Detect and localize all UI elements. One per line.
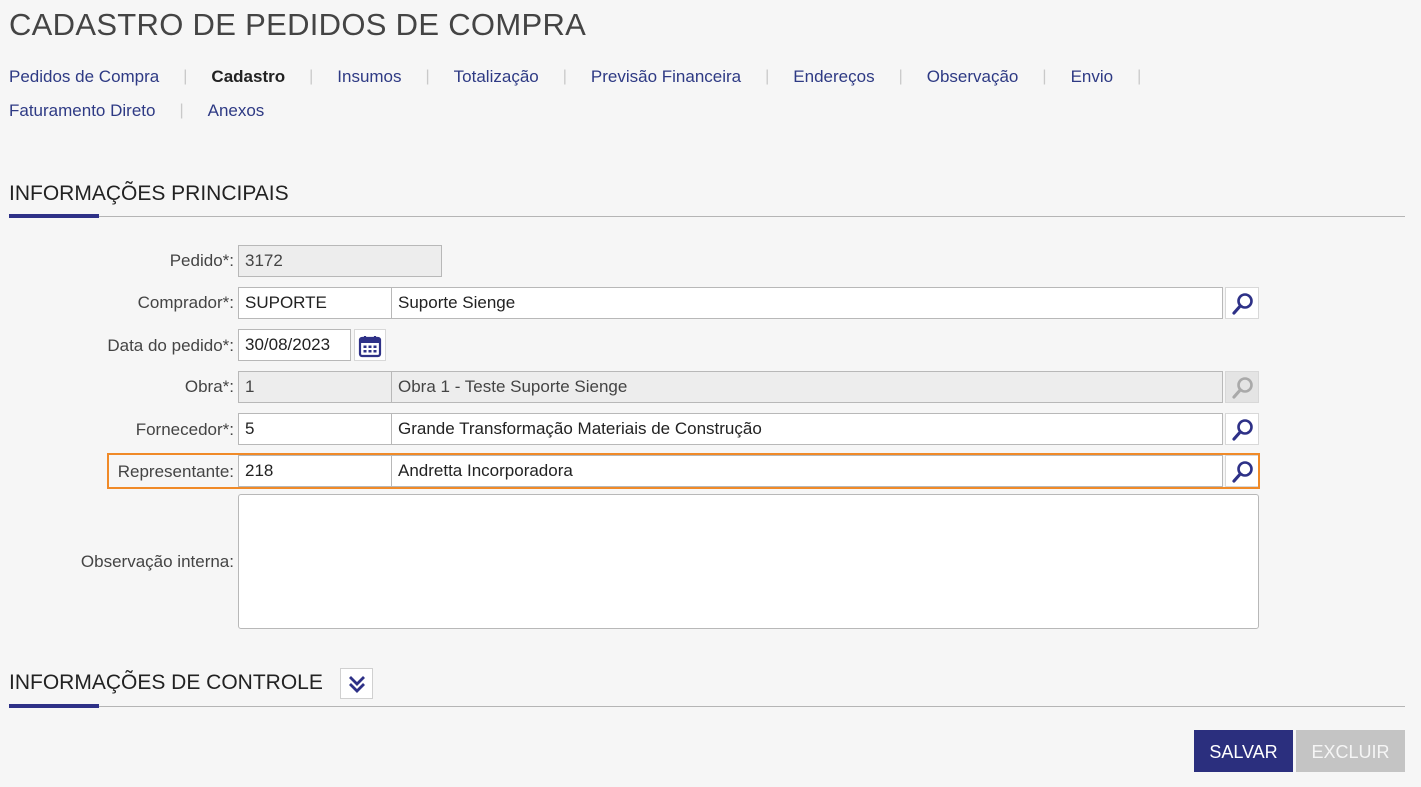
- tab-separator: |: [183, 68, 188, 85]
- tab-envio[interactable]: Envio: [1071, 64, 1114, 90]
- tab-anexos[interactable]: Anexos: [208, 98, 265, 124]
- section-control-title: INFORMAÇÕES DE CONTROLE: [9, 671, 323, 694]
- tab-separator: |: [1137, 68, 1142, 85]
- obra-search-button: [1225, 371, 1259, 403]
- tab-separator: |: [425, 68, 430, 85]
- comprador-code-input[interactable]: SUPORTE: [238, 287, 392, 319]
- expand-section-button[interactable]: [340, 668, 374, 699]
- obra-code-field: 1: [238, 371, 392, 403]
- tab-totalizacao[interactable]: Totalização: [454, 64, 539, 90]
- tab-cadastro[interactable]: Cadastro: [211, 64, 285, 90]
- tab-separator: |: [1042, 68, 1047, 85]
- delete-button: EXCLUIR: [1296, 730, 1405, 772]
- save-button[interactable]: SALVAR: [1194, 730, 1293, 772]
- obra-label: Obra*:: [184, 377, 234, 396]
- tab-separator: |: [562, 68, 567, 85]
- section-main-title: INFORMAÇÕES PRINCIPAIS: [9, 182, 289, 205]
- fornecedor-search-button[interactable]: [1225, 413, 1259, 445]
- observacao-textarea[interactable]: [238, 494, 1259, 629]
- fornecedor-name-field[interactable]: Grande Transformação Materiais de Constr…: [391, 413, 1223, 445]
- tab-enderecos[interactable]: Endereços: [793, 64, 874, 90]
- pedido-label: Pedido*:: [169, 251, 234, 270]
- tab-observacao[interactable]: Observação: [927, 64, 1019, 90]
- pedido-field: 3172: [238, 245, 442, 277]
- fornecedor-label: Fornecedor*:: [135, 420, 234, 439]
- representante-name-field[interactable]: Andretta Incorporadora: [391, 455, 1223, 487]
- tab-separator: |: [898, 68, 903, 85]
- calendar-button[interactable]: [354, 329, 386, 361]
- tab-separator: |: [765, 68, 770, 85]
- calendar-icon: [358, 336, 382, 358]
- representante-code-input[interactable]: 218: [238, 455, 392, 487]
- tab-row-1: Pedidos de Compra | Cadastro | Insumos |…: [9, 64, 1209, 90]
- section-accent-bar: [9, 214, 99, 218]
- obra-name-field: Obra 1 - Teste Suporte Sienge: [391, 371, 1223, 403]
- search-icon: [1232, 419, 1253, 441]
- data-pedido-input[interactable]: 30/08/2023: [238, 329, 351, 361]
- page-title: CADASTRO DE PEDIDOS DE COMPRA: [9, 7, 587, 42]
- tab-separator: |: [179, 102, 184, 119]
- section-control-header: INFORMAÇÕES DE CONTROLE: [9, 668, 1405, 708]
- search-icon: [1232, 293, 1253, 315]
- tab-row-2: Faturamento Direto | Anexos: [9, 98, 1209, 124]
- representante-label: Representante:: [117, 462, 234, 481]
- tab-insumos[interactable]: Insumos: [337, 64, 401, 90]
- tab-separator: |: [309, 68, 314, 85]
- search-icon: [1232, 377, 1253, 399]
- tab-faturamento-direto[interactable]: Faturamento Direto: [9, 98, 155, 124]
- double-chevron-down-icon: [349, 676, 366, 693]
- comprador-search-button[interactable]: [1225, 287, 1259, 319]
- page: CADASTRO DE PEDIDOS DE COMPRA Pedidos de…: [0, 0, 1421, 787]
- section-accent-bar: [9, 704, 99, 708]
- search-icon: [1232, 461, 1253, 483]
- tab-navigation: Pedidos de Compra | Cadastro | Insumos |…: [9, 64, 1209, 132]
- observacao-label: Observação interna:: [80, 552, 234, 571]
- tab-pedidos-de-compra[interactable]: Pedidos de Compra: [9, 64, 159, 90]
- representante-search-button[interactable]: [1225, 455, 1259, 487]
- comprador-name-field[interactable]: Suporte Sienge: [391, 287, 1223, 319]
- tab-previsao-financeira[interactable]: Previsão Financeira: [591, 64, 741, 90]
- data-pedido-label: Data do pedido*:: [107, 336, 234, 355]
- fornecedor-code-input[interactable]: 5: [238, 413, 392, 445]
- comprador-label: Comprador*:: [137, 293, 234, 312]
- section-main-header: INFORMAÇÕES PRINCIPAIS: [9, 180, 1405, 218]
